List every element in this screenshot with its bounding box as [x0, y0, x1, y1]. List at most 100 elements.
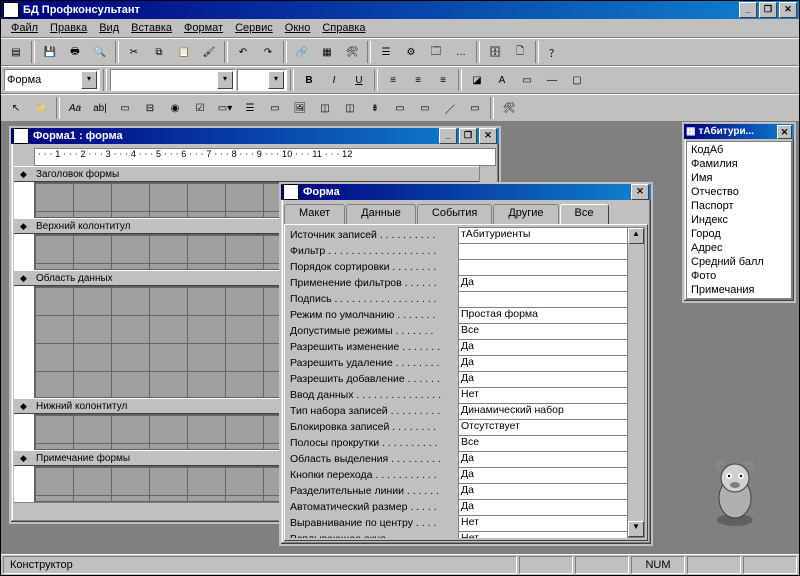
fieldlist-item[interactable]: Паспорт: [688, 199, 790, 213]
properties-scrollbar[interactable]: ▲ ▼: [627, 227, 645, 538]
align-left-icon[interactable]: ≡: [381, 68, 405, 92]
undo-icon[interactable]: ↶: [231, 40, 255, 64]
help-icon[interactable]: ？: [542, 40, 566, 64]
tab-events[interactable]: События: [417, 204, 492, 224]
property-value[interactable]: [458, 259, 629, 276]
minimize-button[interactable]: _: [739, 2, 757, 18]
menu-edit[interactable]: Правка: [44, 21, 93, 35]
chevron-down-icon[interactable]: ▾: [268, 71, 284, 89]
child-minimize-button[interactable]: _: [439, 128, 457, 144]
scroll-up-icon[interactable]: ▲: [628, 228, 644, 244]
bold-icon[interactable]: B: [297, 68, 321, 92]
special-effect-icon[interactable]: ▢: [565, 68, 589, 92]
image-icon[interactable]: 🖼: [288, 96, 312, 120]
fieldlist-item[interactable]: Индекс: [688, 213, 790, 227]
property-value[interactable]: Да: [458, 499, 629, 516]
italic-icon[interactable]: I: [322, 68, 346, 92]
fieldlist-item[interactable]: Город: [688, 227, 790, 241]
line-icon[interactable]: ／: [438, 96, 462, 120]
menu-format[interactable]: Формат: [178, 21, 229, 35]
linecolor-icon[interactable]: ▭: [515, 68, 539, 92]
property-value[interactable]: тАбитуриенты: [458, 227, 629, 244]
properties-icon[interactable]: 🗔: [424, 40, 448, 64]
menu-help[interactable]: Справка: [316, 21, 371, 35]
preview-icon[interactable]: 🔍: [88, 40, 112, 64]
menu-insert[interactable]: Вставка: [125, 21, 178, 35]
fieldlist-item[interactable]: Имя: [688, 171, 790, 185]
autoformat-icon[interactable]: ☰: [374, 40, 398, 64]
toggle-icon[interactable]: ⊟: [138, 96, 162, 120]
fieldlist-item[interactable]: Средний балл: [688, 255, 790, 269]
tabcontrol-icon[interactable]: ▭: [388, 96, 412, 120]
horizontal-ruler[interactable]: ⋅ ⋅ ⋅ 1 ⋅ ⋅ ⋅ 2 ⋅ ⋅ ⋅ 3 ⋅ ⋅ ⋅ 4 ⋅ ⋅ ⋅ 5 …: [34, 148, 496, 166]
property-value[interactable]: [458, 291, 629, 308]
property-value[interactable]: Да: [458, 467, 629, 484]
forecolor-icon[interactable]: A: [490, 68, 514, 92]
property-value[interactable]: Да: [458, 275, 629, 292]
tab-layout[interactable]: Макет: [284, 204, 345, 224]
property-value[interactable]: Да: [458, 451, 629, 468]
rectangle-icon[interactable]: ▭: [463, 96, 487, 120]
underline-icon[interactable]: U: [347, 68, 371, 92]
code-icon[interactable]: ⚙: [399, 40, 423, 64]
select-icon[interactable]: ↖: [4, 96, 28, 120]
field-list-icon[interactable]: ▦: [315, 40, 339, 64]
property-value[interactable]: Да: [458, 371, 629, 388]
bound-object-icon[interactable]: ◫: [338, 96, 362, 120]
property-value[interactable]: Да: [458, 339, 629, 356]
copy-icon[interactable]: ⧉: [147, 40, 171, 64]
menu-file[interactable]: Файл: [5, 21, 44, 35]
close-button[interactable]: ✕: [779, 2, 797, 18]
fieldlist-item[interactable]: Фамилия: [688, 157, 790, 171]
label-icon[interactable]: Aa: [63, 96, 87, 120]
fieldlist-close-button[interactable]: ✕: [777, 125, 792, 139]
property-value[interactable]: [458, 243, 629, 260]
backcolor-icon[interactable]: ◪: [465, 68, 489, 92]
fieldlist-item[interactable]: Адрес: [688, 241, 790, 255]
property-value[interactable]: Да: [458, 483, 629, 500]
tab-other[interactable]: Другие: [493, 204, 558, 224]
print-icon[interactable]: 🖶: [63, 40, 87, 64]
tab-all[interactable]: Все: [560, 204, 609, 224]
pagebreak-icon[interactable]: ⇟: [363, 96, 387, 120]
property-value[interactable]: Нет: [458, 387, 629, 404]
listbox-icon[interactable]: ☰: [238, 96, 262, 120]
object-combo[interactable]: Форма ▾: [4, 69, 100, 91]
more-controls-icon[interactable]: 🛠: [497, 96, 521, 120]
property-value[interactable]: Динамический набор: [458, 403, 629, 420]
insert-link-icon[interactable]: 🔗: [290, 40, 314, 64]
combobox-icon[interactable]: ▭▾: [213, 96, 237, 120]
new-object-icon[interactable]: 🗋: [508, 40, 532, 64]
align-right-icon[interactable]: ≡: [431, 68, 455, 92]
child-maximize-button[interactable]: ❐: [459, 128, 477, 144]
office-assistant[interactable]: [705, 458, 765, 528]
cut-icon[interactable]: ✂: [122, 40, 146, 64]
toolbox-icon[interactable]: 🛠: [340, 40, 364, 64]
fontsize-combo[interactable]: ▾: [237, 69, 287, 91]
fieldlist-item[interactable]: Примечания: [688, 283, 790, 297]
format-painter-icon[interactable]: 🖌: [197, 40, 221, 64]
form-titlebar[interactable]: Форма1 : форма _ ❐ ✕: [11, 128, 499, 144]
property-value[interactable]: Нет: [458, 531, 629, 539]
view-icon[interactable]: ▤: [4, 40, 28, 64]
checkbox-icon[interactable]: ☑: [188, 96, 212, 120]
section-header-bar[interactable]: Заголовок формы: [14, 166, 496, 182]
property-value[interactable]: Нет: [458, 515, 629, 532]
db-window-icon[interactable]: 🗄: [483, 40, 507, 64]
fieldlist-item[interactable]: Фото: [688, 269, 790, 283]
property-value[interactable]: Все: [458, 323, 629, 340]
property-value[interactable]: Отсутствует: [458, 419, 629, 436]
tab-data[interactable]: Данные: [346, 204, 416, 224]
property-value[interactable]: Все: [458, 435, 629, 452]
properties-close-button[interactable]: ✕: [631, 184, 649, 200]
menu-view[interactable]: Вид: [93, 21, 125, 35]
paste-icon[interactable]: 📋: [172, 40, 196, 64]
subform-icon[interactable]: ▭: [413, 96, 437, 120]
unbound-object-icon[interactable]: ◫: [313, 96, 337, 120]
option-icon[interactable]: ◉: [163, 96, 187, 120]
button-icon[interactable]: ▭: [263, 96, 287, 120]
chevron-down-icon[interactable]: ▾: [217, 71, 233, 89]
scroll-down-icon[interactable]: ▼: [628, 521, 644, 537]
property-value[interactable]: Простая форма: [458, 307, 629, 324]
menu-tools[interactable]: Сервис: [229, 21, 279, 35]
